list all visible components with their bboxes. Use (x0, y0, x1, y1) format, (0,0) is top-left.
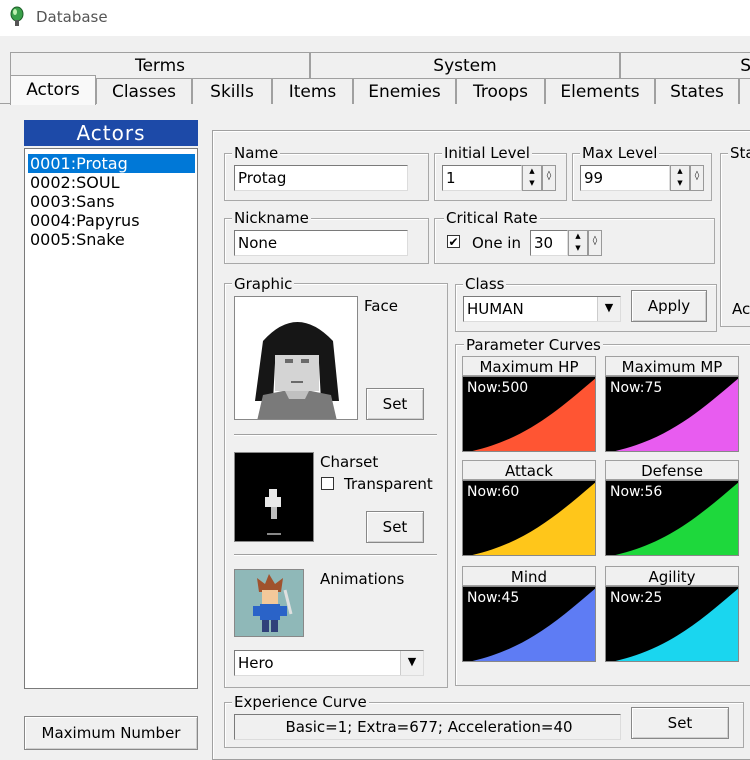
experience-set-button[interactable]: Set (631, 707, 729, 739)
param-curve-now-value: Now:56 (610, 484, 663, 500)
actors-list-header: Actors (24, 120, 198, 146)
transparent-checkbox[interactable] (321, 477, 334, 490)
actor-list-item[interactable]: 0004:Papyrus (28, 211, 195, 230)
max-level-step-icon[interactable]: ◊ (690, 165, 704, 191)
title-bar (0, 0, 750, 36)
param-curve-chart[interactable]: Now:25 (605, 586, 739, 662)
param-curve-title: Maximum MP (605, 356, 739, 376)
critical-rate-check-label: One in (472, 234, 521, 252)
nickname-input[interactable]: None (234, 230, 408, 256)
experience-curve-label: Experience Curve (232, 693, 369, 711)
actor-list[interactable]: 0001:Protag 0002:SOUL 0003:Sans 0004:Pap… (24, 148, 198, 689)
param-curve-title: Defense (605, 460, 739, 480)
face-image (234, 296, 358, 420)
tab-elements[interactable]: Elements (545, 78, 655, 104)
critical-rate-stepper[interactable]: ▲ ▼ (568, 230, 588, 256)
charset-set-button[interactable]: Set (366, 511, 424, 543)
chevron-down-icon[interactable]: ▼ (597, 297, 620, 321)
tab-skills[interactable]: Skills (192, 78, 272, 104)
hero-sprite-icon (235, 570, 303, 636)
tab-states[interactable]: States (655, 78, 739, 104)
divider (234, 554, 437, 555)
initial-level-step-icon[interactable]: ◊ (542, 165, 556, 191)
animation-select[interactable]: Hero (234, 650, 424, 676)
actor-list-item[interactable]: 0001:Protag (28, 154, 195, 173)
initial-level-input[interactable]: 1 (442, 165, 522, 191)
param-curve-title: Agility (605, 566, 739, 586)
name-input[interactable]: Protag (234, 165, 408, 191)
app-icon (10, 6, 24, 26)
animations-label: Animations (320, 570, 405, 588)
parameter-curves-label: Parameter Curves (464, 336, 603, 354)
face-portrait-icon (235, 297, 357, 419)
actor-list-item[interactable]: 0005:Snake (28, 230, 195, 249)
param-curve-chart[interactable]: Now:56 (605, 480, 739, 556)
stats-extra-partial: Ac (732, 300, 750, 318)
max-level-input[interactable]: 99 (580, 165, 670, 191)
tab-system[interactable]: System (310, 52, 620, 78)
charset-label: Charset (320, 453, 379, 471)
transparent-label: Transparent (344, 475, 433, 493)
param-curve-chart[interactable]: Now:45 (462, 586, 596, 662)
actor-list-item[interactable]: 0003:Sans (28, 192, 195, 211)
maximum-number-button[interactable]: Maximum Number (24, 716, 198, 750)
critical-rate-checkbox[interactable]: ✔ (447, 235, 460, 248)
initial-level-stepper[interactable]: ▲ ▼ (522, 165, 542, 191)
charset-image (234, 452, 314, 542)
initial-level-label: Initial Level (442, 144, 532, 162)
animation-image (234, 569, 304, 637)
name-label: Name (232, 144, 281, 162)
max-level-label: Max Level (580, 144, 660, 162)
tab-troops[interactable]: Troops (456, 78, 545, 104)
critical-rate-label: Critical Rate (444, 209, 540, 227)
actor-list-item[interactable]: 0002:SOUL (28, 173, 195, 192)
param-curve-title: Maximum HP (462, 356, 596, 376)
tab-overflow[interactable] (739, 78, 750, 104)
param-curve-now-value: Now:60 (467, 484, 520, 500)
tab-enemies[interactable]: Enemies (353, 78, 456, 104)
critical-rate-input[interactable]: 30 (530, 230, 568, 256)
graphic-label: Graphic (232, 275, 295, 293)
animation-select-value: Hero (238, 654, 274, 672)
face-set-button[interactable]: Set (366, 388, 424, 420)
param-curve-title: Attack (462, 460, 596, 480)
nickname-label: Nickname (232, 209, 311, 227)
tab-partial[interactable]: S (620, 52, 750, 78)
experience-curve-value: Basic=1; Extra=677; Acceleration=40 (234, 714, 621, 740)
window-title: Database (36, 8, 108, 26)
charset-sprite-icon (265, 489, 281, 535)
chevron-down-icon[interactable]: ▼ (400, 651, 423, 675)
tab-items[interactable]: Items (272, 78, 353, 104)
tab-classes[interactable]: Classes (96, 78, 192, 104)
param-curve-now-value: Now:75 (610, 380, 663, 396)
param-curve-chart[interactable]: Now:75 (605, 376, 739, 452)
divider (234, 434, 437, 435)
face-label: Face (364, 297, 398, 315)
max-level-stepper[interactable]: ▲ ▼ (670, 165, 690, 191)
critical-rate-step-icon[interactable]: ◊ (588, 230, 602, 256)
class-select-value: HUMAN (467, 300, 524, 318)
class-label: Class (463, 275, 507, 293)
param-curve-title: Mind (462, 566, 596, 586)
apply-class-button[interactable]: Apply (631, 290, 707, 322)
tab-actors[interactable]: Actors (10, 75, 96, 105)
param-curve-now-value: Now:25 (610, 590, 663, 606)
param-curve-chart[interactable]: Now:60 (462, 480, 596, 556)
param-curve-now-value: Now:45 (467, 590, 520, 606)
param-curve-now-value: Now:500 (467, 380, 529, 396)
param-curve-chart[interactable]: Now:500 (462, 376, 596, 452)
stats-label-partial: Sta (728, 145, 750, 161)
